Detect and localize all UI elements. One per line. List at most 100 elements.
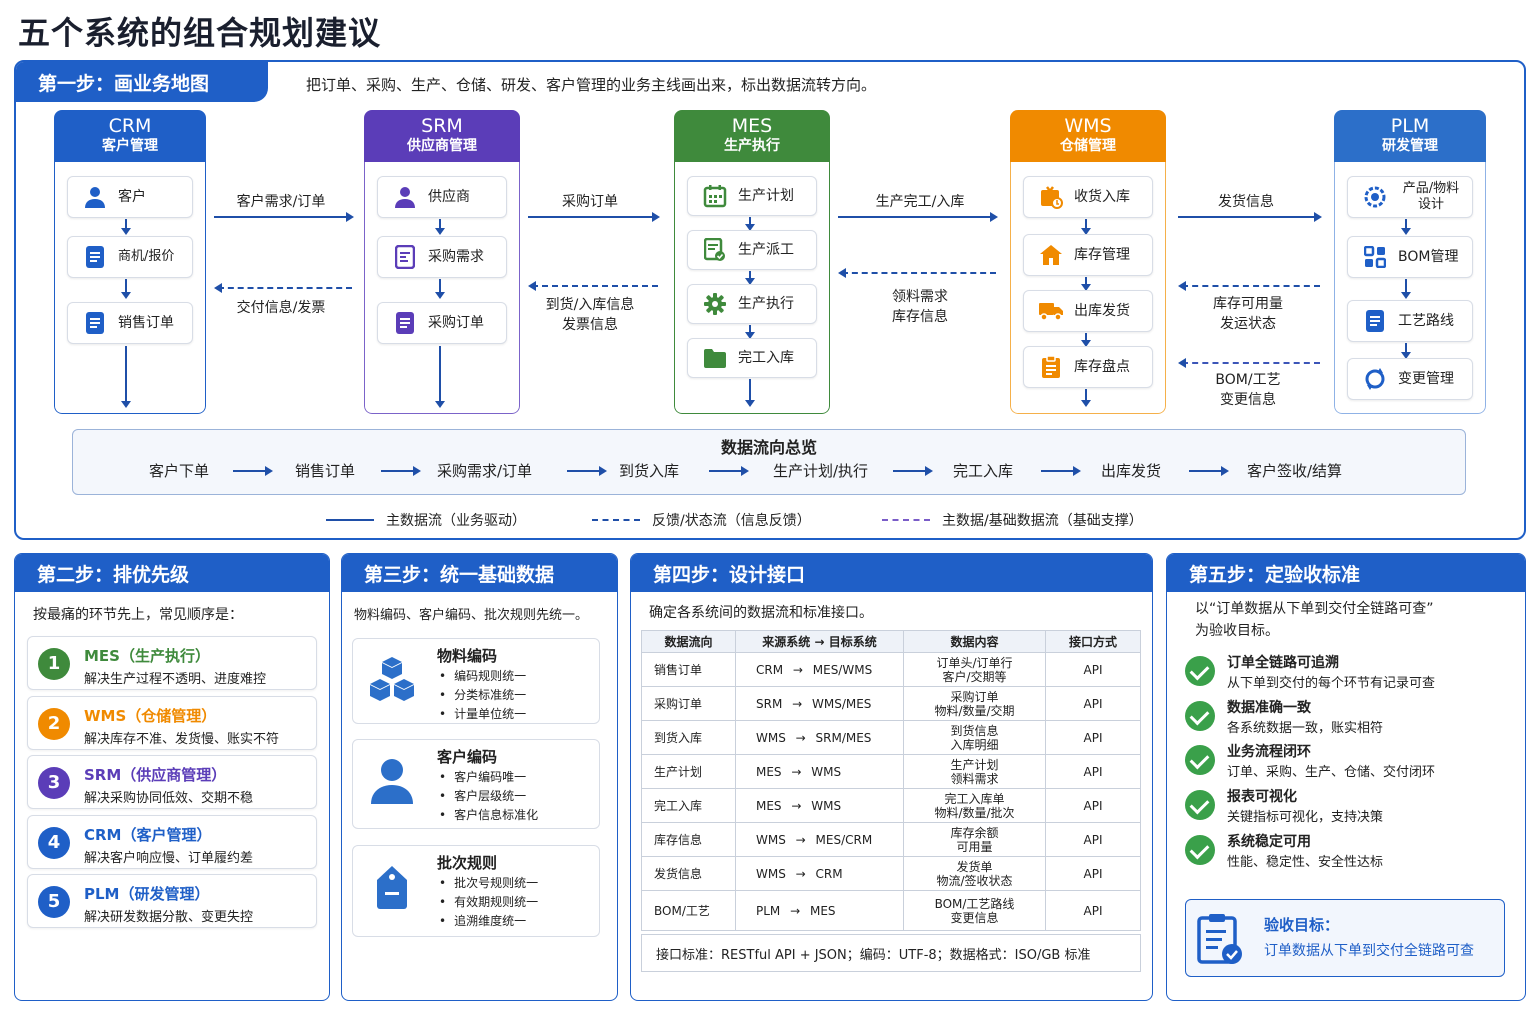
overview-step: 客户下单 — [149, 462, 210, 480]
node-supplier: 供应商 — [377, 176, 507, 218]
priority-title: SRM（供应商管理） — [84, 766, 227, 784]
table-row: BOM/工艺 PLM → MES BOM/工艺路线 变更信息 API — [641, 890, 1141, 931]
batch-rule-block: 批次规则 批次号规则统一 有效期规则统一 追溯维度统一 — [352, 845, 600, 937]
priority-item: 5 PLM（研发管理） 解决研发数据分散、变更失控 — [27, 874, 317, 928]
cell-content: 发货单 物流/签收状态 — [903, 856, 1046, 891]
node-production-plan: 生产计划 — [687, 176, 817, 216]
block-title: 批次规则 — [437, 854, 498, 872]
step3-panel: 第三步：统一基础数据 物料编码、客户编码、批次规则先统一。 物料编码 编码规则统… — [341, 553, 618, 1001]
step4-intro: 确定各系统间的数据流和标准接口。 — [649, 605, 873, 621]
block-item: 追溯维度统一 — [439, 912, 538, 931]
acceptance-item: 订单全链路可追溯 从下单到交付的每个环节有记录可查 — [1185, 652, 1505, 696]
cell-source-target: WMS → CRM — [735, 856, 904, 891]
flow-label: 交付信息/发票 — [236, 300, 326, 316]
acceptance-desc: 从下单到交付的每个环节有记录可查 — [1227, 676, 1436, 691]
system-subtitle: 供应商管理 — [407, 138, 477, 154]
priority-title: CRM（客户管理） — [84, 826, 212, 844]
overview-arrow — [709, 466, 749, 476]
check-icon — [1185, 701, 1215, 731]
acceptance-title: 报表可视化 — [1227, 789, 1297, 805]
node-label: 产品/物料设计 — [1402, 181, 1460, 212]
acceptance-title: 订单全链路可追溯 — [1227, 655, 1339, 671]
flow-arrow — [1081, 333, 1091, 347]
cell-method: API — [1045, 822, 1141, 857]
flow-label: 客户需求/订单 — [236, 194, 326, 210]
table-row: 生产计划 MES → WMS 生产计划 领料需求 API — [641, 754, 1141, 789]
truck-icon — [1038, 298, 1064, 324]
table-row: 完工入库 MES → WMS 完工入库单 物料/数量/批次 API — [641, 788, 1141, 823]
system-name: WMS — [1064, 115, 1112, 137]
acceptance-desc: 性能、稳定性、安全性达标 — [1227, 855, 1384, 870]
cell-method: API — [1045, 652, 1141, 687]
flow-label: 发运状态 — [1220, 316, 1276, 332]
system-subtitle: 仓储管理 — [1060, 138, 1116, 154]
node-label: 生产派工 — [738, 242, 794, 258]
cell-method: API — [1045, 890, 1141, 931]
table-row: 库存信息 WMS → MES/CRM 库存余额 可用量 API — [641, 822, 1141, 857]
priority-item: 4 CRM（客户管理） 解决客户响应慢、订单履约差 — [27, 815, 317, 869]
clipboard-icon — [1038, 354, 1064, 380]
flow-arrow-right — [838, 212, 998, 222]
system-name: MES — [731, 115, 773, 137]
step1-panel: 第一步：画业务地图 把订单、采购、生产、仓储、研发、客户管理的业务主线画出来，标… — [14, 60, 1526, 540]
block-item: 编码规则统一 — [439, 667, 526, 686]
table-row: 到货入库 WMS → SRM/MES 到货信息 入库明细 API — [641, 720, 1141, 755]
system-wms: WMS 仓储管理 收货入库 库存管理 出库发货 库存盘点 — [1010, 110, 1166, 414]
block-item: 有效期规则统一 — [439, 893, 538, 912]
flow-arrow — [1081, 389, 1091, 407]
node-routing: 工艺路线 — [1347, 300, 1473, 342]
refresh-icon — [1362, 366, 1388, 392]
flow-label: 变更信息 — [1220, 392, 1276, 408]
node-label: 库存盘点 — [1074, 359, 1130, 375]
flow-label: 领料需求 — [892, 289, 948, 305]
flow-arrow — [121, 219, 131, 235]
flow-arrow — [435, 346, 445, 408]
legend-solid-line — [326, 519, 374, 521]
priority-item: 3 SRM（供应商管理） 解决采购协同低效、交期不稳 — [27, 755, 317, 809]
document-icon — [82, 310, 108, 336]
flow-label: 生产完工/入库 — [875, 194, 965, 210]
grid-icon — [1362, 244, 1388, 270]
system-mes: MES 生产执行 生产计划 生产派工 生产执行 完工入库 — [674, 110, 830, 414]
flow-label: 采购订单 — [562, 194, 618, 210]
overview-step: 出库发货 — [1101, 462, 1162, 480]
cell-source-target: MES → WMS — [735, 754, 904, 789]
flow-arrow-left-dashed — [1178, 358, 1320, 368]
cell-content: 生产计划 领料需求 — [903, 754, 1046, 789]
node-execution: 生产执行 — [687, 284, 817, 324]
node-label: 客户 — [118, 189, 146, 205]
checklist-icon — [702, 237, 728, 263]
flow-arrow — [745, 325, 755, 339]
goal-title: 验收目标： — [1264, 916, 1340, 934]
step4-header: 第四步：设计接口 — [631, 554, 1152, 592]
flow-arrow — [435, 279, 445, 299]
flow-arrow — [745, 271, 755, 285]
flow-arrow-left-dashed — [214, 283, 352, 293]
design-gear-icon — [1362, 184, 1388, 210]
acceptance-title: 系统稳定可用 — [1227, 834, 1311, 850]
node-label: BOM管理 — [1398, 249, 1459, 265]
legend-label: 反馈/状态流（信息反馈） — [652, 513, 811, 529]
table-row: 采购订单 SRM → WMS/MES 采购订单 物料/数量/交期 API — [641, 686, 1141, 721]
cell-flow: 生产计划 — [641, 754, 736, 789]
flow-arrow-right — [214, 212, 354, 222]
folder-icon — [702, 345, 728, 371]
flow-arrow — [1081, 219, 1091, 235]
cell-method: API — [1045, 788, 1141, 823]
node-label: 销售订单 — [118, 315, 174, 331]
flow-arrow — [745, 217, 755, 231]
tag-icon — [377, 866, 407, 909]
cell-content: BOM/工艺路线 变更信息 — [903, 890, 1046, 931]
document-icon — [1362, 308, 1388, 334]
node-label: 商机/报价 — [118, 249, 175, 264]
node-finished-storage: 完工入库 — [687, 338, 817, 378]
node-purchase-request: 采购需求 — [377, 236, 507, 278]
step5-intro: 以“订单数据从下单到交付全链路可查” — [1195, 601, 1434, 617]
acceptance-goal-box: 验收目标： 订单数据从下单到交付全链路可查 — [1185, 899, 1505, 977]
step3-header: 第三步：统一基础数据 — [342, 554, 617, 592]
node-sales-order: 销售订单 — [67, 302, 193, 344]
step2-panel: 第二步：排优先级 按最痛的环节先上，常见顺序是： 1 MES（生产执行） 解决生… — [14, 553, 330, 1001]
priority-desc: 解决研发数据分散、变更失控 — [84, 910, 254, 925]
interface-table: 数据流向 来源系统 → 目标系统 数据内容 接口方式 销售订单 CRM → MES… — [641, 630, 1141, 931]
clipboard-check-icon — [1197, 914, 1242, 964]
